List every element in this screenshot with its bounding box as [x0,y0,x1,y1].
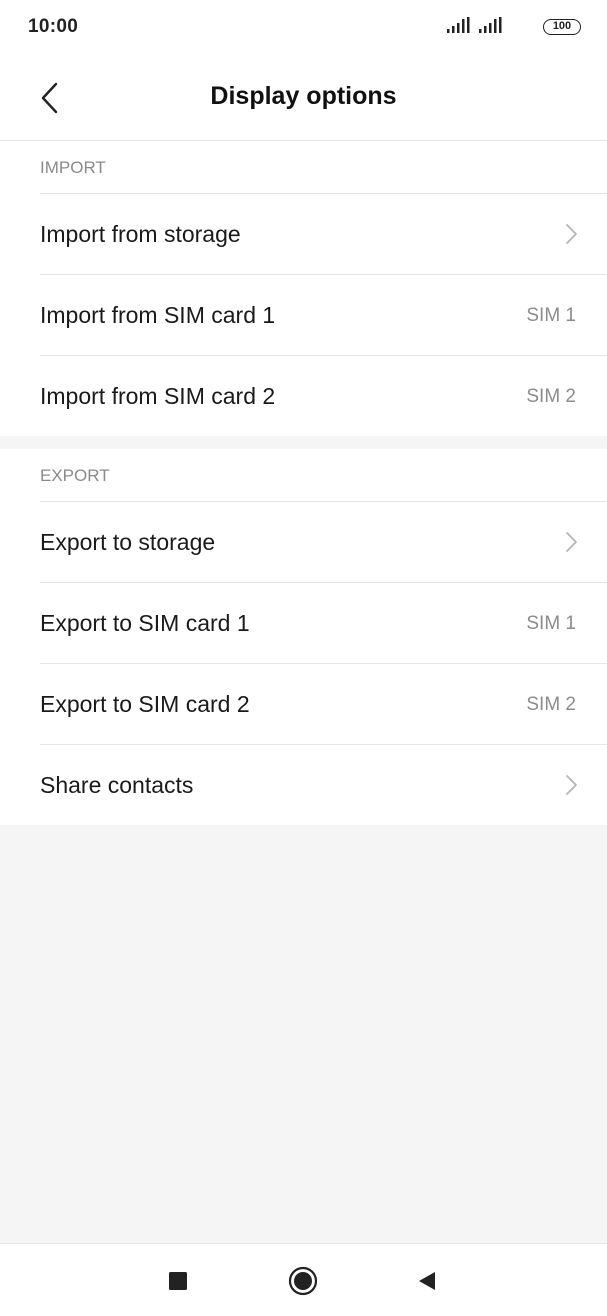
import-section: IMPORT Import from storage Import from S… [0,141,607,436]
list-item-label: Import from storage [40,221,241,247]
chevron-right-icon [566,775,577,795]
page-title: Display options [210,82,397,110]
list-item-label: Import from SIM card 1 [40,302,276,328]
recent-apps-icon [169,1272,187,1290]
share-contacts-item[interactable]: Share contacts [40,744,607,825]
recent-apps-button[interactable] [163,1266,193,1296]
list-item-label: Import from SIM card 2 [40,383,276,409]
navigation-bar [0,1243,607,1316]
section-header-export: EXPORT [40,466,110,485]
list-item-label: Export to storage [40,529,216,555]
section-header-import: IMPORT [40,158,106,177]
export-section: EXPORT Export to storage Export to SIM c… [0,449,607,825]
battery-icon: 100 [543,19,581,35]
screen: 10:00 100 Display options IMPORT Import … [0,0,607,1316]
status-time: 10:00 [28,16,79,37]
home-icon [288,1266,318,1296]
list-item-label: Export to SIM card 2 [40,691,250,717]
header: Display options [0,56,607,141]
signal-icon [447,17,470,33]
chevron-right-icon [566,532,577,552]
list-item-value: SIM 2 [526,386,576,407]
chevron-right-icon [566,224,577,244]
export-to-storage-item[interactable]: Export to storage [40,501,607,582]
import-from-sim1-item[interactable]: Import from SIM card 1 SIM 1 [40,274,607,355]
import-from-storage-item[interactable]: Import from storage [40,193,607,274]
nav-back-button[interactable] [412,1266,442,1296]
home-button[interactable] [288,1266,318,1296]
list-item-value: SIM 1 [526,613,576,634]
status-bar: 10:00 100 [0,0,607,56]
back-triangle-icon [419,1272,435,1290]
list-item-value: SIM 1 [526,305,576,326]
list-item-label: Export to SIM card 1 [40,610,250,636]
signal-icon [479,17,502,33]
export-to-sim2-item[interactable]: Export to SIM card 2 SIM 2 [40,663,607,744]
list-item-value: SIM 2 [526,694,576,715]
export-to-sim1-item[interactable]: Export to SIM card 1 SIM 1 [40,582,607,663]
list-item-label: Share contacts [40,772,194,798]
import-from-sim2-item[interactable]: Import from SIM card 2 SIM 2 [40,355,607,436]
